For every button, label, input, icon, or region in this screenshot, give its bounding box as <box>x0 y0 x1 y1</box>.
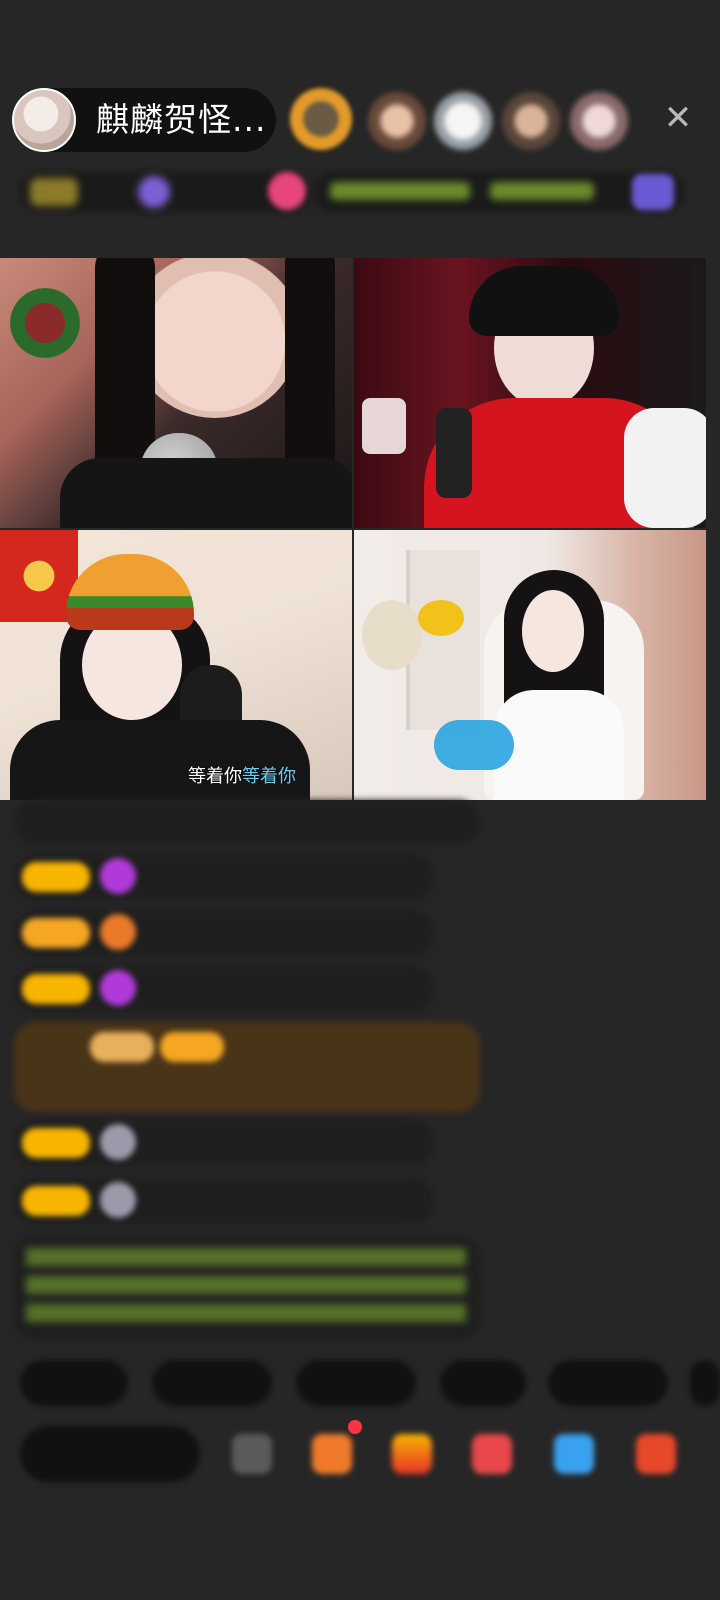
gem-icon <box>100 970 136 1006</box>
microphone-icon <box>436 408 472 498</box>
video-tile-4[interactable] <box>354 530 706 800</box>
level-badge <box>22 862 90 892</box>
streamer-face <box>130 258 300 418</box>
streamer-body <box>10 720 310 800</box>
streamer-hair <box>469 266 619 336</box>
plant-decoration <box>10 288 80 358</box>
gift-icon[interactable] <box>392 1434 432 1474</box>
level-badge <box>22 974 90 1004</box>
red-packet-icon[interactable] <box>472 1434 512 1474</box>
level-badge <box>160 1032 224 1062</box>
level-badge <box>22 1128 90 1158</box>
chat-input[interactable] <box>20 1426 200 1482</box>
rank-text <box>490 182 594 200</box>
streamer-body <box>60 458 352 528</box>
system-notice-text <box>26 1248 466 1328</box>
emoji-icon[interactable] <box>232 1434 272 1474</box>
doll-decoration <box>362 398 406 454</box>
quick-reply-chip[interactable] <box>20 1360 128 1406</box>
video-tile-3[interactable] <box>0 530 352 800</box>
butterfly-decoration <box>434 720 514 770</box>
lyric-highlight: 等着你 <box>242 766 296 787</box>
gem-icon <box>100 858 136 894</box>
teddy-bear-decoration <box>362 600 422 670</box>
viewer-avatar-3[interactable] <box>434 92 492 150</box>
viewer-avatar-2[interactable] <box>368 92 426 150</box>
hamburger-hat-icon <box>66 554 194 630</box>
quick-reply-chip[interactable] <box>690 1360 720 1406</box>
quick-reply-chip[interactable] <box>440 1360 526 1406</box>
chat-message-highlight[interactable] <box>14 1022 480 1112</box>
lyric-caption: 等着你等着你 <box>188 762 296 788</box>
lyric-text: 等着你 <box>188 766 242 787</box>
gift-box-icon[interactable] <box>312 1434 352 1474</box>
stat-icon <box>268 172 306 210</box>
viewer-avatar-4[interactable] <box>502 92 560 150</box>
level-badge <box>22 918 90 948</box>
rank-icon <box>632 174 674 210</box>
fan-icon <box>100 914 136 950</box>
pillow-decoration <box>624 408 706 528</box>
rank-text <box>330 182 470 200</box>
quick-reply-chip[interactable] <box>296 1360 416 1406</box>
streamer-face <box>522 590 584 672</box>
viewer-avatar-1[interactable] <box>290 88 352 150</box>
noble-badge <box>90 1032 154 1062</box>
flower-decoration <box>418 600 464 636</box>
quick-reply-chip[interactable] <box>152 1360 272 1406</box>
quick-reply-chip[interactable] <box>548 1360 668 1406</box>
more-icon[interactable] <box>636 1434 676 1474</box>
video-tile-2[interactable] <box>354 258 706 528</box>
viewer-avatar-5[interactable] <box>570 92 628 150</box>
host-name[interactable]: 麒麟贺怪... <box>96 100 266 140</box>
stat-icon <box>30 178 78 206</box>
game-icon[interactable] <box>554 1434 594 1474</box>
level-badge <box>22 1186 90 1216</box>
stat-icon <box>138 176 170 208</box>
close-icon[interactable]: ✕ <box>660 100 696 136</box>
user-avatar <box>100 1124 136 1160</box>
notification-dot <box>348 1420 362 1434</box>
host-avatar[interactable] <box>12 88 76 152</box>
video-tile-1[interactable] <box>0 258 352 528</box>
user-avatar <box>100 1182 136 1218</box>
chat-message[interactable] <box>14 800 480 844</box>
